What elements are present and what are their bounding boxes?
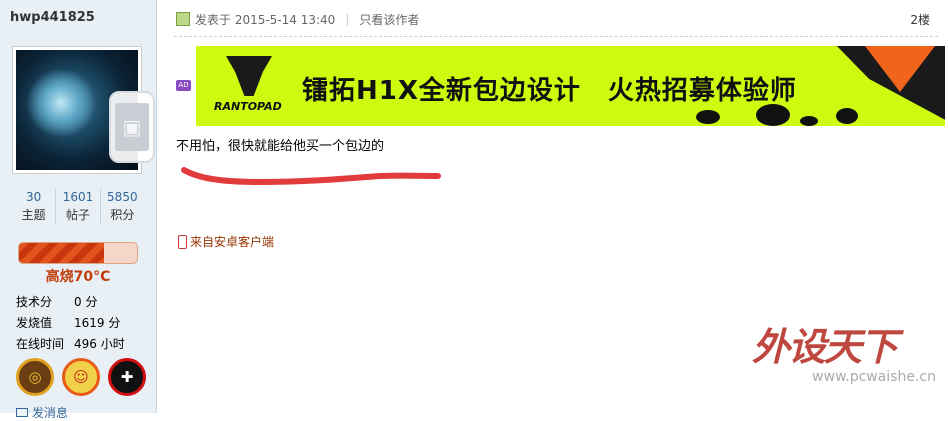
red-cross-badge-icon[interactable]: ✚ [108, 358, 146, 396]
info-value: 1619 分 [74, 316, 121, 330]
info-row-online: 在线时间 496 小时 [16, 334, 151, 355]
info-row-fever: 发烧值 1619 分 [16, 313, 151, 334]
post-content: 不用怕，很快就能给他买一个包边的 [176, 139, 385, 154]
stat-label: 主题 [21, 208, 46, 222]
only-author-link[interactable]: 只看该作者 [359, 11, 419, 28]
cartoon-bee-badge-icon[interactable]: ☺ [62, 358, 100, 396]
avatar[interactable]: ▣ [12, 46, 155, 174]
stat-label: 积分 [110, 208, 135, 222]
stat-posts[interactable]: 1601 帖子 [55, 188, 99, 224]
stat-value[interactable]: 5850 [101, 188, 144, 206]
info-value: 496 小时 [74, 337, 125, 351]
heat-progress-bar [18, 242, 138, 264]
ad-banner[interactable]: RANTOPAD 镭拓H1X全新包边设计 火热招募体验师 [196, 46, 945, 126]
info-key: 发烧值 [16, 316, 53, 330]
ad-badge: AD [176, 80, 191, 91]
info-row-tech: 技术分 0 分 [16, 292, 151, 313]
divider: | [345, 12, 350, 26]
stat-label: 帖子 [65, 208, 90, 222]
user-sidebar: hwp441825 ▣ 30 主题 1601 帖子 5850 积分 高烧70°C… [0, 0, 157, 420]
floor-number[interactable]: 2楼 [910, 11, 930, 28]
watermark-url: www.pcwaishe.cn [812, 369, 936, 385]
stat-points[interactable]: 5850 积分 [99, 188, 144, 224]
banner-brand: RANTOPAD [214, 100, 282, 113]
banner-text: 镭拓H1X全新包边设计 火热招募体验师 [302, 76, 797, 106]
header-divider [174, 36, 938, 37]
client-label: 来自安卓客户端 [190, 235, 275, 249]
post-time: 发表于 2015-5-14 13:40 [195, 12, 336, 27]
watermark-brand: 外设天下 [752, 325, 898, 369]
ink-splat [800, 116, 818, 126]
site-watermark: 外设天下 www.pcwaishe.cn [752, 316, 942, 396]
stat-value[interactable]: 1601 [56, 188, 99, 206]
user-stats: 30 主题 1601 帖子 5850 积分 [12, 188, 144, 224]
medal-list: ◎ ☺ ✚ [16, 358, 146, 396]
banner-corner-triangle [865, 46, 935, 92]
ink-splat [756, 104, 790, 126]
android-client-link[interactable]: 来自安卓客户端 [178, 233, 274, 250]
stat-value[interactable]: 30 [12, 188, 55, 206]
stat-topics[interactable]: 30 主题 [12, 188, 55, 224]
post-header: 发表于 2015-5-14 13:40 | 只看该作者 2楼 [176, 8, 930, 30]
android-phone-icon: ▣ [109, 91, 155, 163]
shield-badge-icon[interactable]: ◎ [16, 358, 54, 396]
heat-label: 高烧70°C [45, 269, 111, 285]
info-value: 0 分 [74, 295, 98, 309]
user-info: 技术分 0 分 发烧值 1619 分 在线时间 496 小时 [16, 292, 151, 355]
rantopad-logo: RANTOPAD [214, 52, 284, 118]
user-status-icon [176, 12, 190, 26]
red-underline-stroke [181, 167, 441, 186]
ink-splat [836, 108, 858, 124]
username-link[interactable]: hwp441825 [10, 10, 95, 25]
horn-logo-icon [226, 56, 272, 96]
mobile-phone-icon [178, 234, 187, 249]
heat-progress-fill [19, 243, 104, 263]
ink-splat [696, 110, 720, 124]
info-key: 在线时间 [16, 337, 65, 351]
info-key: 技术分 [16, 295, 53, 309]
